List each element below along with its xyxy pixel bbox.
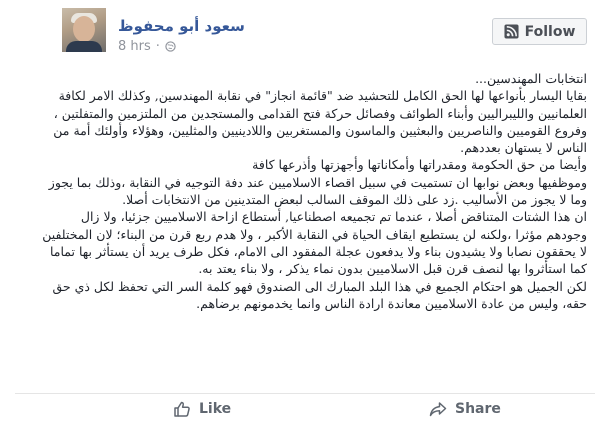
post-time[interactable]: 8 hrs: [118, 39, 151, 54]
follow-button[interactable]: Follow: [492, 18, 587, 45]
author-avatar[interactable]: [62, 8, 106, 52]
post-line: وفروع القوميين والناصريين والبعثيين والم…: [53, 122, 587, 138]
post-actions: Like Share: [0, 394, 610, 426]
post-line: ان هذا الشتات المتناقض أصلا ، عندما تم ت…: [80, 209, 587, 225]
like-label: Like: [199, 401, 232, 417]
share-button[interactable]: Share: [429, 394, 501, 424]
like-button[interactable]: Like: [173, 394, 231, 424]
follow-label: Follow: [524, 23, 576, 40]
thumbs-up-icon: [174, 401, 190, 417]
globe-icon[interactable]: [165, 41, 176, 52]
post-line: بقايا اليسار بأنواعها لها الحق الكامل لل…: [58, 88, 587, 104]
post-line: وجودهم مؤثرا ،ولكنه لن يستطيع ايقاف الحي…: [42, 226, 587, 242]
post-line: الناس لا يستهان بعددهم.: [460, 140, 587, 156]
post-meta: 8 hrs ·: [118, 39, 176, 54]
meta-separator: ·: [155, 39, 160, 54]
avatar-face: [73, 16, 95, 42]
share-label: Share: [455, 401, 501, 417]
post-line: انتخابات المهندسين...: [475, 71, 587, 86]
share-arrow-icon: [429, 402, 447, 417]
post-header: سعود أبو محفوظ 8 hrs · Follow: [0, 0, 610, 72]
facebook-post: سعود أبو محفوظ 8 hrs · Follow انتخابات ا…: [0, 0, 610, 436]
post-line: كما استأثروا بها لنصف قرن قبل الاسلاميين…: [198, 261, 587, 277]
post-line: حقه، وليس من عادة الاسلاميين معاندة اراد…: [196, 295, 587, 311]
post-body: انتخابات المهندسين... بقايا اليسار بأنوا…: [15, 70, 587, 312]
post-line: العلمانيين والليبراليين وأبناء الطوائف و…: [53, 105, 587, 121]
post-line: لكن الجميل هو احتكام الجميع في هذا البلد…: [52, 278, 587, 294]
avatar-shirt: [66, 41, 102, 52]
post-line: وموظفيها وبعض نوابها ان تستميت في سبيل ا…: [48, 174, 587, 190]
author-name[interactable]: سعود أبو محفوظ: [118, 17, 245, 35]
rss-follow-icon: [504, 24, 519, 39]
post-line: وما لا يجوز من الأساليب .زد على ذلك المو…: [122, 192, 587, 208]
post-line: وأيضا من حق الحكومة ومقدراتها وأمكاناتها…: [252, 157, 587, 173]
post-line: لا يحققون نصابا ولا يشيدون بناء ولا يدفع…: [49, 243, 587, 259]
